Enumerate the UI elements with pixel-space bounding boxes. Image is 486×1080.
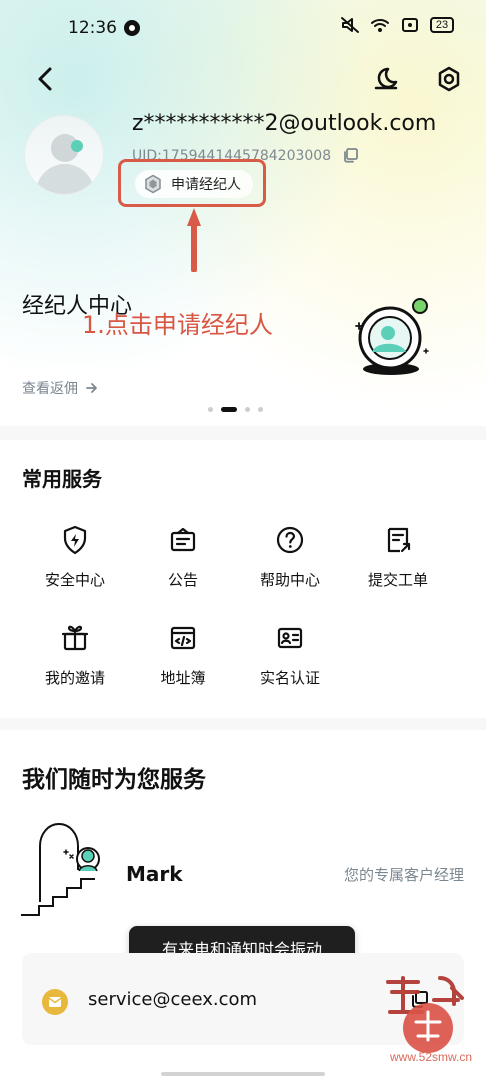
service-label: 地址簿 xyxy=(160,669,206,687)
app-status-icon xyxy=(124,20,140,36)
settings-button[interactable] xyxy=(432,62,466,96)
service-item-help[interactable]: 帮助中心 xyxy=(240,525,340,603)
manager-illustration-icon xyxy=(21,822,100,916)
back-arrow-icon xyxy=(38,67,52,91)
service-label: 提交工单 xyxy=(367,571,428,589)
avatar-dot xyxy=(71,140,83,152)
account-email: z***********2@outlook.com xyxy=(132,111,437,136)
page: 12:36 23 z***********2@outlook.com UID:1… xyxy=(0,0,486,1080)
service-item-security[interactable]: 安全中心 xyxy=(25,525,125,603)
id-card-icon xyxy=(277,627,303,649)
annotation-highlight-box: 申请经纪人 xyxy=(118,159,266,207)
service-label: 帮助中心 xyxy=(259,571,320,589)
service-item-ticket[interactable]: 提交工单 xyxy=(348,525,448,603)
apply-broker-button[interactable]: 申请经纪人 xyxy=(135,170,253,198)
service-label: 安全中心 xyxy=(44,571,105,589)
mute-icon xyxy=(341,17,359,33)
apply-broker-label: 申请经纪人 xyxy=(171,177,241,193)
view-rebate-label: 查看返佣 xyxy=(22,381,78,397)
broker-badge-icon xyxy=(145,174,161,194)
service-label: 实名认证 xyxy=(259,669,320,687)
broker-illustration-icon xyxy=(355,298,429,375)
battery-icon: 23 xyxy=(430,17,454,33)
services-title: 常用服务 xyxy=(22,467,102,491)
avatar[interactable] xyxy=(24,115,104,195)
shield-icon xyxy=(63,525,87,555)
status-icons: 23 xyxy=(340,16,454,34)
avatar-body xyxy=(36,164,94,194)
ticket-icon xyxy=(387,527,411,553)
help-section-title: 我们随时为您服务 xyxy=(22,767,206,793)
status-time: 12:36 xyxy=(68,18,117,38)
status-bar: 12:36 23 xyxy=(0,0,486,62)
pagination-dot xyxy=(245,406,250,412)
section-divider xyxy=(0,718,486,730)
home-indicator xyxy=(161,1072,325,1076)
copy-icon[interactable] xyxy=(342,146,360,164)
service-label: 公告 xyxy=(167,571,198,589)
service-item-announcement[interactable]: 公告 xyxy=(133,525,233,603)
mail-glyph-icon xyxy=(48,997,62,1007)
service-label: 我的邀请 xyxy=(44,669,105,687)
service-item-invite[interactable]: 我的邀请 xyxy=(25,623,125,701)
pagination-dot xyxy=(258,406,263,412)
view-rebate-link[interactable]: 查看返佣 xyxy=(22,378,98,398)
pagination-dot-active xyxy=(221,406,237,412)
arrow-right-icon xyxy=(86,383,97,393)
settings-icon xyxy=(438,66,460,92)
service-item-address-book[interactable]: 地址簿 xyxy=(133,623,233,701)
moon-icon xyxy=(374,67,398,90)
annotation-text: 1.点击申请经纪人 xyxy=(82,311,273,339)
manager-role: 您的专属客户经理 xyxy=(343,866,464,884)
manager-name: Mark xyxy=(126,862,183,886)
mail-icon xyxy=(42,989,68,1015)
annotation-arrow-icon xyxy=(187,208,201,272)
screen-record-icon xyxy=(402,18,418,32)
wifi-icon xyxy=(371,19,389,32)
back-button[interactable] xyxy=(28,62,62,96)
gift-icon xyxy=(61,625,89,651)
notice-icon xyxy=(170,527,196,552)
pagination-dot xyxy=(208,406,213,412)
section-divider xyxy=(0,426,486,440)
service-item-kyc[interactable]: 实名认证 xyxy=(240,623,340,701)
watermark-text: www.52smw.cn xyxy=(390,1050,473,1064)
address-book-icon xyxy=(170,626,196,650)
help-icon xyxy=(276,526,304,554)
carousel-pagination xyxy=(208,405,278,413)
contact-email: service@ceex.com xyxy=(88,989,258,1010)
theme-button[interactable] xyxy=(369,62,403,96)
